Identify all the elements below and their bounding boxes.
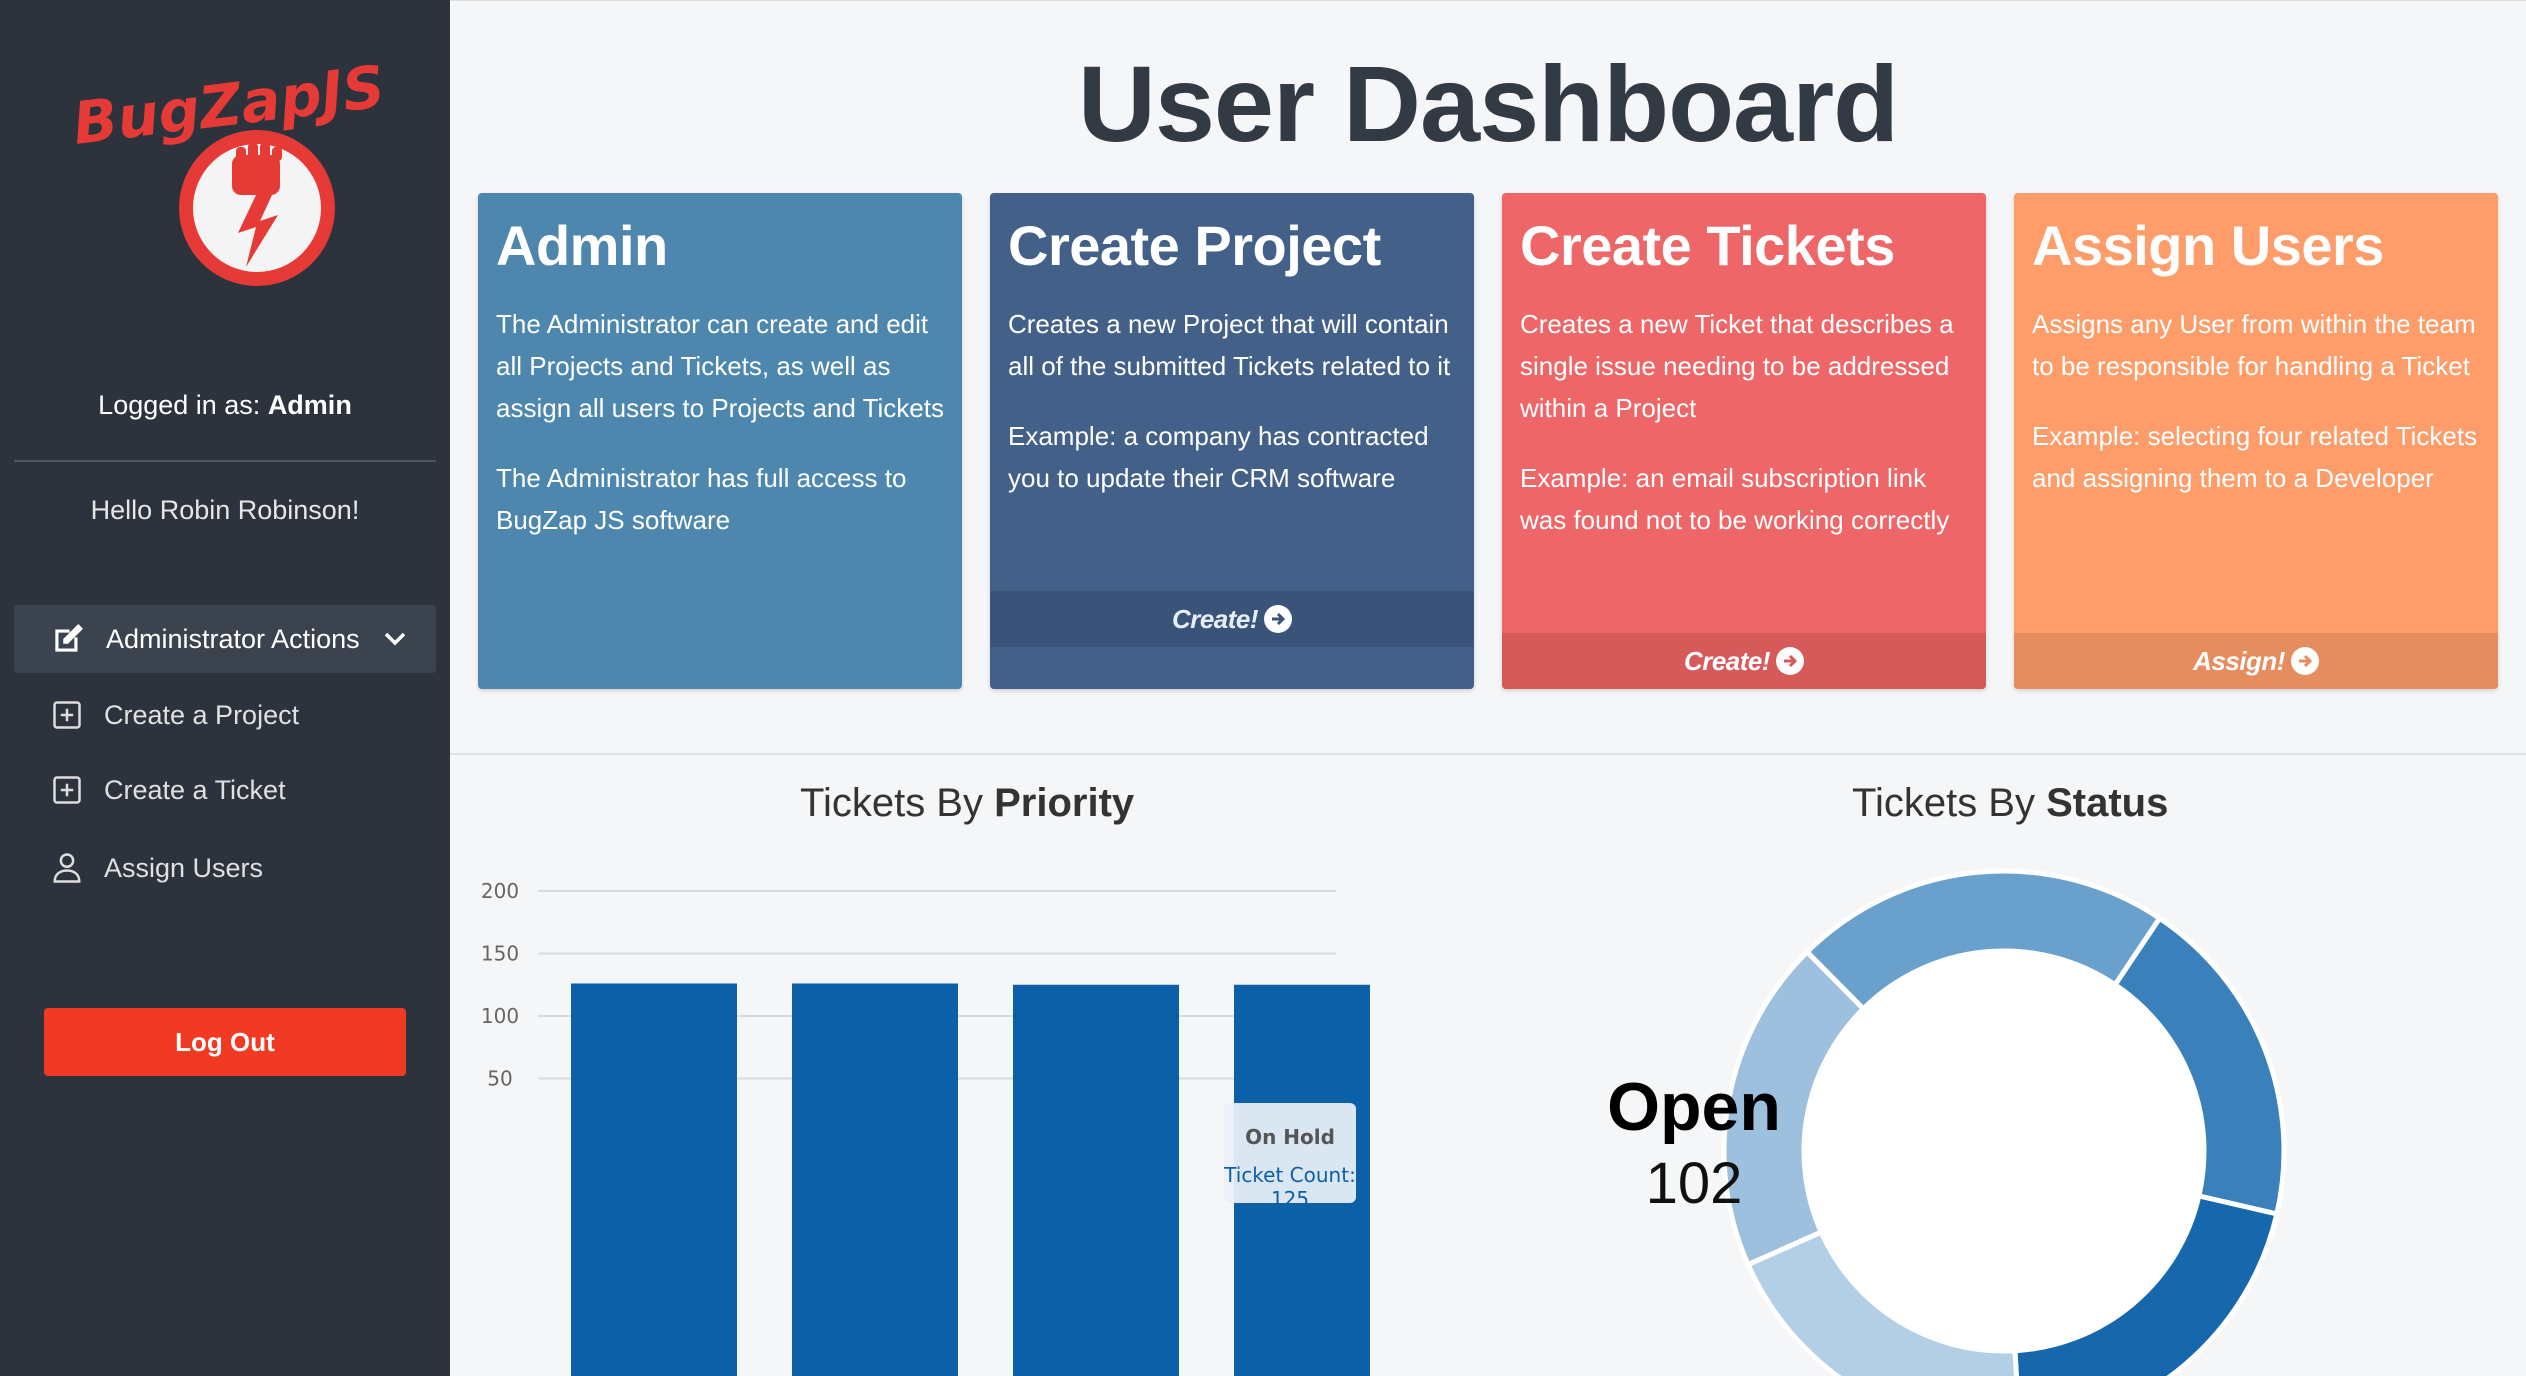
- user-icon: [48, 849, 86, 887]
- card-example: Example: an email subscription link was …: [1520, 463, 1950, 535]
- card-title: Admin: [496, 214, 668, 277]
- bar[interactable]: [792, 983, 958, 1376]
- card-body: The Administrator can create and edit al…: [496, 303, 946, 541]
- card-body: Assigns any User from within the team to…: [2032, 303, 2482, 499]
- card-action-label: Create!: [1171, 603, 1259, 634]
- create-project-button[interactable]: Create!: [990, 591, 1474, 647]
- chart-title-bold: Priority: [994, 781, 1135, 825]
- arrow-circle-right-icon: [1776, 647, 1805, 675]
- page-title: User Dashboard: [1077, 43, 1899, 164]
- logged-in-prefix: Logged in as:: [98, 390, 268, 420]
- donut-hole: [1806, 953, 2202, 1349]
- card-description: Assigns any User from within the team to…: [2032, 309, 2476, 381]
- y-tick-label: 50: [487, 1067, 512, 1091]
- sidebar-item-create-ticket[interactable]: Create a Ticket: [48, 765, 286, 815]
- sidebar-item-create-project[interactable]: Create a Project: [48, 690, 299, 740]
- section-divider: [450, 753, 2526, 755]
- chart-title-prefix: Tickets By: [1852, 781, 2047, 825]
- card-title: Create Project: [1008, 214, 1381, 277]
- logged-in-role: Admin: [267, 390, 352, 420]
- arrow-circle-right-icon: [1264, 605, 1293, 633]
- tooltip-label: On Hold: [1245, 1125, 1335, 1149]
- create-project-card: Create Project Creates a new Project tha…: [990, 193, 1474, 689]
- chart-title-prefix: Tickets By: [800, 781, 995, 825]
- chevron-down-icon: [384, 632, 406, 646]
- card-description: Creates a new Project that will contain …: [1008, 309, 1451, 381]
- chart-title-bold: Status: [2046, 781, 2169, 825]
- status-chart-title: Tickets By Status: [1852, 781, 2168, 826]
- card-body: Creates a new Project that will contain …: [1008, 303, 1458, 499]
- sidebar-item-administrator-actions[interactable]: Administrator Actions: [14, 605, 436, 673]
- admin-card: Admin The Administrator can create and e…: [478, 193, 962, 689]
- sidebar-item-label: Assign Users: [104, 852, 264, 883]
- plus-square-icon: [48, 696, 86, 734]
- donut-center-value: 102: [1645, 1151, 1743, 1216]
- card-note: The Administrator has full access to Bug…: [496, 463, 907, 535]
- plus-square-icon: [48, 771, 86, 809]
- card-action-label: Create!: [1683, 645, 1771, 676]
- sidebar-item-label: Create a Project: [104, 699, 300, 730]
- chart-tooltip: On Hold Ticket Count: 125: [1224, 1103, 1356, 1211]
- sidebar-item-label: Create a Ticket: [104, 774, 286, 805]
- create-ticket-button[interactable]: Create!: [1502, 633, 1986, 689]
- y-tick-label: 200: [481, 879, 519, 903]
- card-description: Creates a new Ticket that describes a si…: [1520, 309, 1954, 423]
- tooltip-value: Ticket Count: 125: [1224, 1163, 1356, 1211]
- priority-chart-title: Tickets By Priority: [800, 781, 1134, 826]
- assign-users-button[interactable]: Assign!: [2014, 633, 2498, 689]
- card-body: Creates a new Ticket that describes a si…: [1520, 303, 1970, 541]
- donut-center-label: Open: [1607, 1069, 1781, 1145]
- bugzapjs-logo[interactable]: BugZapJS: [60, 55, 400, 305]
- card-title: Assign Users: [2032, 214, 2384, 277]
- sidebar-divider: [14, 460, 436, 462]
- arrow-circle-right-icon: [2290, 647, 2319, 675]
- log-out-button[interactable]: Log Out: [44, 1008, 406, 1076]
- card-action-label: Assign!: [2193, 645, 2285, 676]
- card-title: Create Tickets: [1520, 214, 1895, 277]
- bar[interactable]: [571, 983, 737, 1376]
- y-tick-label: 100: [481, 1004, 519, 1028]
- assign-users-card: Assign Users Assigns any User from withi…: [2014, 193, 2498, 689]
- y-tick-label: 150: [481, 942, 519, 966]
- sidebar-item-label: Administrator Actions: [106, 623, 360, 654]
- card-example: Example: a company has contracted you to…: [1008, 421, 1429, 493]
- edit-icon: [48, 619, 88, 659]
- greeting: Hello Robin Robinson!: [90, 495, 360, 525]
- sidebar-item-assign-users[interactable]: Assign Users: [48, 843, 263, 893]
- create-tickets-card: Create Tickets Creates a new Ticket that…: [1502, 193, 1986, 689]
- bar[interactable]: [1013, 984, 1179, 1376]
- card-description: The Administrator can create and edit al…: [496, 309, 944, 423]
- main-content: User Dashboard Admin The Administrator c…: [450, 0, 2526, 1376]
- card-example: Example: selecting four related Tickets …: [2032, 421, 2478, 493]
- sidebar: BugZapJS Logged in as: Admin Hello Robin…: [0, 0, 450, 1376]
- logged-in-status: Logged in as: Admin: [0, 390, 450, 421]
